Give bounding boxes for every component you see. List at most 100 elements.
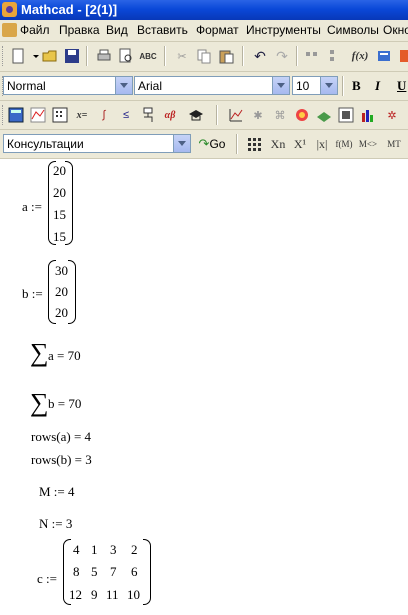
spellcheck-icon[interactable]: ABC bbox=[138, 46, 158, 66]
greek-palette-icon[interactable]: αβ bbox=[160, 105, 180, 125]
c-cell: 5 bbox=[91, 564, 98, 579]
size-value: 10 bbox=[296, 79, 310, 93]
separator bbox=[86, 46, 88, 66]
menu-insert[interactable]: Вставить bbox=[137, 23, 188, 37]
chevron-down-icon[interactable] bbox=[115, 77, 132, 94]
separator bbox=[296, 46, 298, 66]
underline-button[interactable]: U bbox=[397, 78, 406, 94]
cut-icon[interactable]: ✂ bbox=[172, 46, 192, 66]
save-icon[interactable] bbox=[62, 46, 82, 66]
math-toolbar: x= ∫ ≤ αβ ✱ ⌘ ✲ bbox=[0, 101, 408, 130]
column-button[interactable]: M<> bbox=[358, 134, 378, 154]
separator bbox=[216, 105, 218, 125]
new-icon[interactable] bbox=[8, 46, 28, 66]
print-preview-icon[interactable] bbox=[116, 46, 136, 66]
a-element: 15 bbox=[53, 229, 66, 244]
m-definition: M := 4 bbox=[39, 484, 75, 499]
surface-plot-icon[interactable]: ⌘ bbox=[270, 105, 290, 125]
c-cell: 4 bbox=[73, 542, 80, 557]
menu-symbols[interactable]: Символы bbox=[327, 23, 379, 37]
evaluation-palette-icon[interactable]: x= bbox=[72, 105, 92, 125]
c-cell: 9 bbox=[91, 587, 98, 602]
menu-bar: Файл Правка Вид Вставить Формат Инструме… bbox=[0, 20, 408, 42]
calculate-icon[interactable] bbox=[396, 46, 408, 66]
italic-button[interactable]: I bbox=[375, 78, 380, 94]
chevron-down-icon[interactable] bbox=[320, 77, 337, 94]
menu-file[interactable]: Файл bbox=[20, 23, 50, 37]
worksheet[interactable]: a := 20 20 15 15 b := 30 20 20 ∑ a = 70 … bbox=[0, 159, 408, 615]
contour-plot-icon[interactable] bbox=[292, 105, 312, 125]
calculus-palette-icon[interactable]: ∫ bbox=[94, 105, 114, 125]
programming-palette-icon[interactable] bbox=[138, 105, 158, 125]
chevron-down-icon[interactable] bbox=[173, 135, 190, 152]
polar-plot-icon[interactable]: ✱ bbox=[248, 105, 268, 125]
scatter-plot-icon[interactable] bbox=[336, 105, 356, 125]
3d-bar-icon[interactable] bbox=[314, 105, 334, 125]
graph-palette-icon[interactable] bbox=[28, 105, 48, 125]
resource-value: Консультации bbox=[7, 137, 84, 151]
menu-tools[interactable]: Инструменты bbox=[246, 23, 321, 37]
c-cell: 11 bbox=[106, 587, 119, 602]
vector-field-icon[interactable]: ✲ bbox=[382, 105, 402, 125]
a-element: 20 bbox=[53, 185, 66, 200]
a-element: 20 bbox=[53, 163, 66, 178]
right-bracket bbox=[143, 539, 151, 605]
c-cell: 7 bbox=[110, 564, 117, 579]
a-definition-label: a := bbox=[22, 199, 42, 214]
a-element: 15 bbox=[53, 207, 66, 222]
c-definition-label: c := bbox=[37, 571, 57, 586]
subscript-button[interactable]: Xn bbox=[268, 134, 288, 154]
print-icon[interactable] bbox=[94, 46, 114, 66]
b-definition-label: b := bbox=[22, 286, 43, 301]
go-button[interactable]: ↷ Go bbox=[194, 134, 230, 154]
c-cell: 1 bbox=[91, 542, 98, 557]
c-cell: 6 bbox=[131, 564, 138, 579]
menu-format[interactable]: Формат bbox=[196, 23, 239, 37]
b-element: 20 bbox=[55, 305, 68, 320]
menu-view[interactable]: Вид bbox=[106, 23, 128, 37]
c-cell: 8 bbox=[73, 564, 80, 579]
align-across-icon[interactable] bbox=[302, 46, 322, 66]
b-element: 30 bbox=[55, 263, 68, 278]
copy-icon[interactable] bbox=[194, 46, 214, 66]
style-value: Normal bbox=[7, 79, 46, 93]
undo-icon[interactable]: ↶ bbox=[250, 46, 270, 66]
document-icon[interactable] bbox=[2, 23, 17, 37]
resource-select[interactable]: Консультации bbox=[3, 134, 191, 153]
matrix-insert-icon[interactable] bbox=[244, 134, 264, 154]
formatting-toolbar: Normal Arial 10 B I U bbox=[0, 72, 408, 101]
paste-icon[interactable] bbox=[216, 46, 236, 66]
menu-window[interactable]: Окно bbox=[383, 23, 408, 37]
b-element: 20 bbox=[55, 284, 68, 299]
boolean-palette-icon[interactable]: ≤ bbox=[116, 105, 136, 125]
determinant-button[interactable]: |x| bbox=[312, 134, 332, 154]
sum-a-result: a = 70 bbox=[48, 348, 81, 363]
insert-function-icon[interactable]: f(x) bbox=[350, 46, 370, 66]
title-bar: Mathcad - [2(1)] bbox=[0, 0, 408, 20]
calculator-icon[interactable] bbox=[6, 105, 26, 125]
c-cell: 3 bbox=[110, 542, 117, 557]
toolbar-grip[interactable] bbox=[2, 46, 6, 66]
sigma-icon: ∑ bbox=[30, 388, 49, 417]
rows-b-result: rows(b) = 3 bbox=[31, 452, 92, 467]
separator bbox=[164, 46, 166, 66]
chevron-down-icon[interactable] bbox=[272, 77, 289, 94]
style-select[interactable]: Normal bbox=[3, 76, 133, 95]
symbolic-palette-icon[interactable] bbox=[186, 105, 206, 125]
transpose-button[interactable]: MT bbox=[384, 134, 404, 154]
vectorize-button[interactable]: f(M) bbox=[334, 134, 354, 154]
xy-plot-icon[interactable] bbox=[226, 105, 246, 125]
align-down-icon[interactable] bbox=[324, 46, 344, 66]
open-icon[interactable] bbox=[40, 46, 60, 66]
bar-chart-icon[interactable] bbox=[358, 105, 378, 125]
insert-unit-icon[interactable] bbox=[374, 46, 394, 66]
font-select[interactable]: Arial bbox=[134, 76, 290, 95]
standard-toolbar: ABC ✂ ↶ ↷ f(x) bbox=[0, 42, 408, 72]
matrix-palette-icon[interactable] bbox=[50, 105, 70, 125]
bold-button[interactable]: B bbox=[352, 78, 361, 94]
size-select[interactable]: 10 bbox=[292, 76, 338, 95]
menu-edit[interactable]: Правка bbox=[59, 23, 100, 37]
redo-icon[interactable]: ↷ bbox=[272, 46, 292, 66]
inverse-button[interactable]: X¹ bbox=[290, 134, 310, 154]
font-value: Arial bbox=[138, 79, 163, 93]
